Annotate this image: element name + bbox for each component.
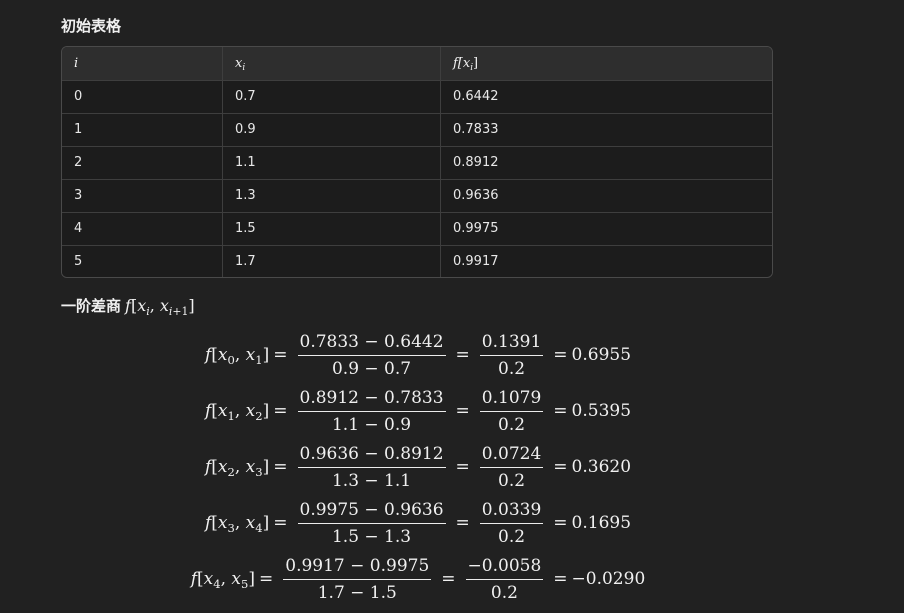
divided-difference-equation: f[x1, x2] = 0.8912 − 0.7833 1.1 − 0.9 = 0.107… [204,387,632,435]
cell-fx: 0.7833 [440,113,772,147]
table-row: 0 0.7 0.6442 [62,80,772,114]
divided-difference-equation: f[x4, x5] = 0.9917 − 0.9975 1.7 − 1.5 = −0.00… [190,555,646,603]
eq-result: 0.3620 [571,457,632,477]
cell-x: 0.9 [222,113,441,147]
table-row: 1 0.9 0.7833 [62,113,772,147]
cell-i: 4 [62,212,223,246]
table-header-row: i xi f[xi] [62,47,772,81]
cell-fx: 0.8912 [440,146,772,180]
table-row: 3 1.3 0.9636 [62,179,772,213]
cell-i: 5 [62,245,223,277]
header-x: xi [222,47,441,81]
eq-lhs: f[x1, x2] [204,401,270,424]
section-heading-initial-table: 初始表格 [61,17,122,35]
cell-x: 1.1 [222,146,441,180]
header-i: i [62,47,223,81]
eq-result: −0.0290 [571,569,646,589]
eq-fraction: 0.7833 − 0.6442 0.9 − 0.7 [297,331,446,379]
first-diff-notation: f[xi, xi+1] [125,296,195,318]
cell-x: 0.7 [222,80,441,114]
eq-result: 0.1695 [571,513,632,533]
section-heading-first-diff: 一阶差商 f[xi, xi+1] [61,296,195,318]
cell-fx: 0.9636 [440,179,772,213]
cell-fx: 0.6442 [440,80,772,114]
equation-block: f[x0, x1] = 0.7833 − 0.6442 0.9 − 0.7 = 0.139… [0,327,836,607]
eq-fraction-simplified: 0.0339 0.2 [479,499,544,547]
table-row: 5 1.7 0.9917 [62,245,772,277]
eq-fraction: 0.9636 − 0.8912 1.3 − 1.1 [297,443,446,491]
cell-i: 0 [62,80,223,114]
eq-fraction-simplified: 0.1391 0.2 [479,331,544,379]
cell-x: 1.3 [222,179,441,213]
eq-lhs: f[x2, x3] [204,457,270,480]
cell-x: 1.5 [222,212,441,246]
eq-fraction: 0.8912 − 0.7833 1.1 − 0.9 [297,387,446,435]
cell-i: 2 [62,146,223,180]
eq-fraction: 0.9917 − 0.9975 1.7 − 1.5 [283,555,432,603]
eq-lhs: f[x3, x4] [204,513,270,536]
cell-i: 3 [62,179,223,213]
eq-result: 0.6955 [571,345,632,365]
eq-fraction-simplified: −0.0058 0.2 [465,555,544,603]
cell-fx: 0.9975 [440,212,772,246]
cell-x: 1.7 [222,245,441,277]
eq-lhs: f[x0, x1] [204,345,270,368]
divided-difference-equation: f[x0, x1] = 0.7833 − 0.6442 0.9 − 0.7 = 0.139… [204,331,632,379]
header-fx: f[xi] [440,47,772,81]
cell-fx: 0.9917 [453,254,499,270]
eq-fraction-simplified: 0.0724 0.2 [479,443,544,491]
data-table: i xi f[xi] 0 0.7 0.6442 1 0.9 0.7833 2 1.1 0.891… [61,46,773,278]
eq-fraction-simplified: 0.1079 0.2 [479,387,544,435]
eq-fraction: 0.9975 − 0.9636 1.5 − 1.3 [297,499,446,547]
divided-difference-equation: f[x2, x3] = 0.9636 − 0.8912 1.3 − 1.1 = 0.072… [204,443,632,491]
table-row: 2 1.1 0.8912 [62,146,772,180]
cell-i: 1 [62,113,223,147]
eq-lhs: f[x4, x5] [190,569,256,592]
eq-result: 0.5395 [571,401,632,421]
divided-difference-equation: f[x3, x4] = 0.9975 − 0.9636 1.5 − 1.3 = 0.033… [204,499,632,547]
table-row: 4 1.5 0.9975 [62,212,772,246]
